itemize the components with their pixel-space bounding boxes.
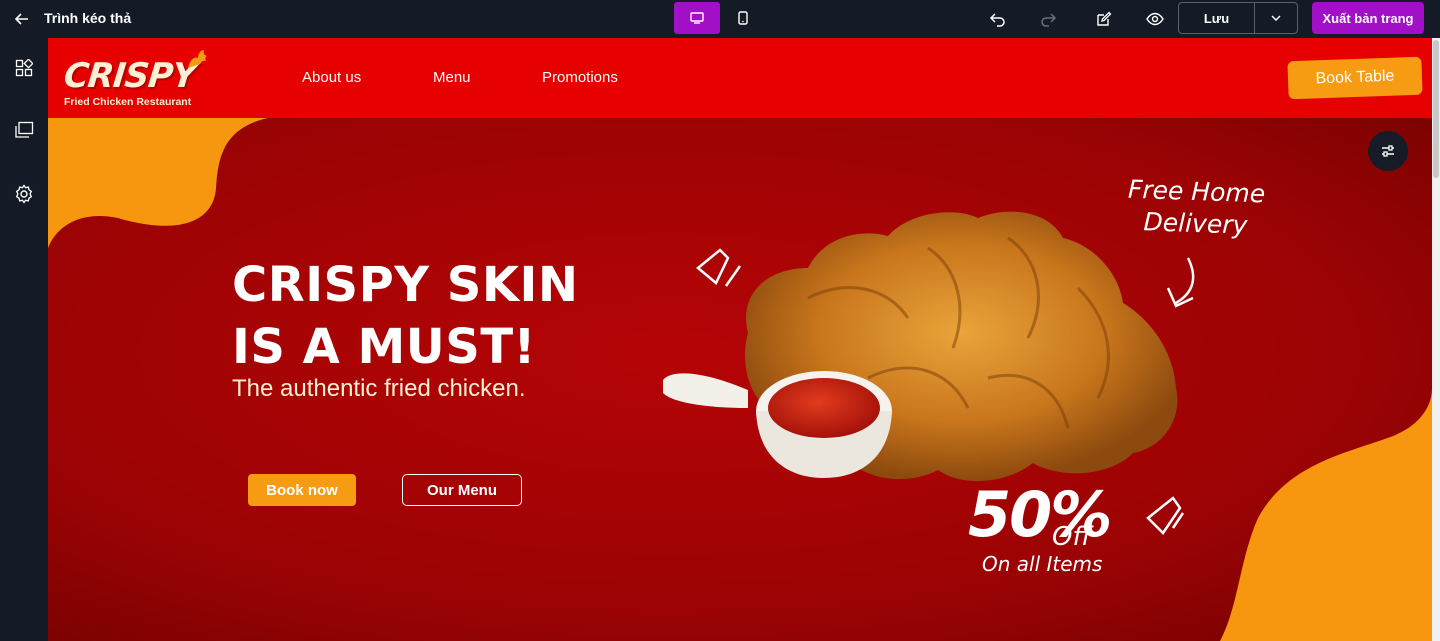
site-header: CRISPY Fried Chicken Restaurant About us… [48, 38, 1432, 118]
hero-headline-line1: CRISPY SKIN [232, 257, 579, 313]
nav-about-us[interactable]: About us [302, 69, 361, 86]
desktop-view-button[interactable] [674, 2, 720, 34]
chicken-comb-icon [188, 50, 207, 68]
our-menu-button[interactable]: Our Menu [402, 474, 522, 506]
save-group: Lưu [1178, 2, 1298, 34]
hero-tagline: The authentic fried chicken. [232, 375, 526, 402]
mobile-icon [738, 11, 748, 25]
undo-icon[interactable] [986, 7, 1010, 31]
scrollbar-thumb[interactable] [1433, 40, 1439, 178]
pages-layers-icon[interactable] [12, 118, 36, 142]
nav-menu[interactable]: Menu [433, 69, 471, 86]
logo-subtitle: Fried Chicken Restaurant [64, 96, 192, 108]
section-settings-button[interactable] [1368, 131, 1408, 171]
site-logo[interactable]: CRISPY [62, 56, 198, 96]
hero-section: CRISPY SKIN IS A MUST! The authentic fri… [48, 118, 1432, 641]
save-options-button[interactable] [1255, 3, 1297, 33]
editor-sidebar [0, 38, 48, 641]
gear-icon[interactable] [12, 182, 36, 206]
save-button[interactable]: Lưu [1179, 3, 1255, 33]
edit-icon[interactable] [1092, 7, 1116, 31]
promo-off-label: Off [1052, 522, 1092, 552]
mobile-view-button[interactable] [722, 2, 764, 34]
editor-title: Trình kéo thả [44, 10, 132, 26]
editor-topbar: Trình kéo thả Lưu Xuất bản trang [0, 0, 1440, 38]
components-icon[interactable] [12, 56, 36, 80]
preview-eye-icon[interactable] [1143, 7, 1167, 31]
sliders-icon [1382, 145, 1394, 157]
book-table-button[interactable]: Book Table [1287, 56, 1423, 100]
page-canvas: CRISPY Fried Chicken Restaurant About us… [48, 38, 1432, 641]
chevron-down-icon [1271, 15, 1281, 21]
hero-headline-line2: IS A MUST! [232, 319, 536, 375]
desktop-icon [690, 12, 704, 24]
nav-promotions[interactable]: Promotions [542, 69, 618, 86]
promo-items-label: On all Items [982, 552, 1103, 576]
book-now-button[interactable]: Book now [248, 474, 356, 506]
publish-button[interactable]: Xuất bản trang [1312, 2, 1424, 34]
free-delivery-label: Free Home Delivery [1127, 174, 1266, 240]
back-arrow-icon[interactable] [10, 7, 34, 31]
canvas-scrollbar[interactable] [1432, 38, 1440, 641]
redo-icon[interactable] [1036, 7, 1060, 31]
